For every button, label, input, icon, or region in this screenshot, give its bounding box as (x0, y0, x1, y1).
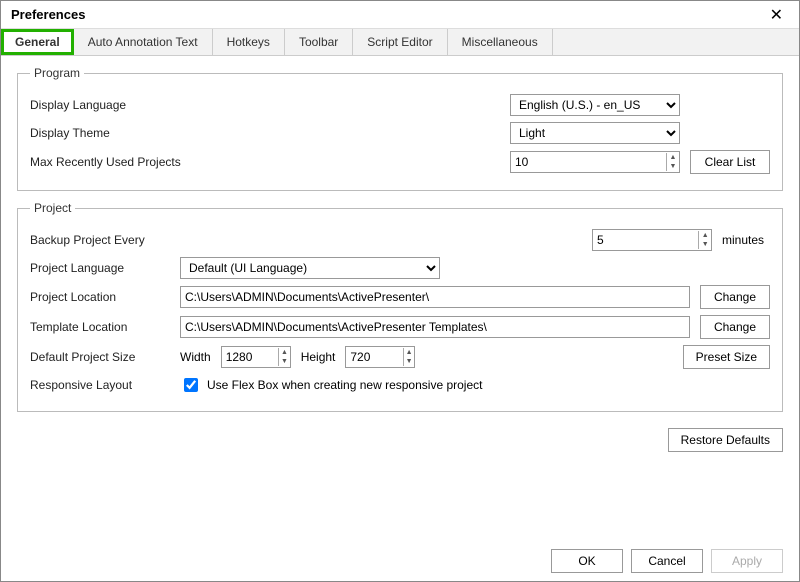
height-input[interactable] (346, 347, 403, 367)
project-group: Project Backup Project Every ▲▼ minutes … (17, 201, 783, 412)
backup-unit: minutes (722, 233, 770, 247)
content-area: Program Display Language English (U.S.) … (1, 56, 799, 452)
tab-miscellaneous[interactable]: Miscellaneous (448, 29, 553, 55)
template-location-label: Template Location (30, 320, 170, 334)
chevron-up-icon[interactable]: ▲ (667, 153, 679, 162)
project-location-input[interactable] (180, 286, 690, 308)
height-label: Height (301, 350, 336, 364)
backup-stepper[interactable]: ▲▼ (592, 229, 712, 251)
width-input[interactable] (222, 347, 279, 367)
ok-button[interactable]: OK (551, 549, 623, 573)
program-legend: Program (30, 66, 84, 80)
chevron-down-icon[interactable]: ▼ (404, 357, 415, 366)
backup-label: Backup Project Every (30, 233, 170, 247)
program-group: Program Display Language English (U.S.) … (17, 66, 783, 191)
close-icon[interactable]: ✕ (764, 3, 789, 27)
max-recent-label: Max Recently Used Projects (30, 155, 200, 169)
tab-bar: General Auto Annotation Text Hotkeys Too… (1, 29, 799, 56)
project-legend: Project (30, 201, 75, 215)
tab-hotkeys[interactable]: Hotkeys (213, 29, 285, 55)
project-language-label: Project Language (30, 261, 170, 275)
dialog-footer: OK Cancel Apply (551, 549, 783, 573)
backup-input[interactable] (593, 230, 698, 250)
width-stepper[interactable]: ▲▼ (221, 346, 291, 368)
display-language-label: Display Language (30, 98, 200, 112)
display-theme-select[interactable]: Light (510, 122, 680, 144)
preset-size-button[interactable]: Preset Size (683, 345, 770, 369)
template-location-input[interactable] (180, 316, 690, 338)
chevron-up-icon[interactable]: ▲ (699, 231, 711, 240)
preferences-window: Preferences ✕ General Auto Annotation Te… (0, 0, 800, 582)
restore-defaults-button[interactable]: Restore Defaults (668, 428, 783, 452)
project-location-change-button[interactable]: Change (700, 285, 770, 309)
window-title: Preferences (11, 7, 85, 22)
project-language-select[interactable]: Default (UI Language) (180, 257, 440, 279)
titlebar: Preferences ✕ (1, 1, 799, 29)
display-language-select[interactable]: English (U.S.) - en_US (510, 94, 680, 116)
apply-button[interactable]: Apply (711, 549, 783, 573)
tab-auto-annotation[interactable]: Auto Annotation Text (74, 29, 213, 55)
max-recent-input[interactable] (511, 152, 666, 172)
chevron-up-icon[interactable]: ▲ (279, 348, 290, 357)
project-location-label: Project Location (30, 290, 170, 304)
default-size-label: Default Project Size (30, 350, 170, 364)
chevron-down-icon[interactable]: ▼ (279, 357, 290, 366)
tab-script-editor[interactable]: Script Editor (353, 29, 447, 55)
clear-list-button[interactable]: Clear List (690, 150, 770, 174)
display-theme-label: Display Theme (30, 126, 200, 140)
tab-general[interactable]: General (1, 29, 74, 55)
width-label: Width (180, 350, 211, 364)
responsive-checkbox[interactable] (184, 378, 198, 392)
chevron-down-icon[interactable]: ▼ (667, 162, 679, 171)
chevron-down-icon[interactable]: ▼ (699, 240, 711, 249)
chevron-up-icon[interactable]: ▲ (404, 348, 415, 357)
responsive-layout-label: Responsive Layout (30, 378, 170, 392)
tab-toolbar[interactable]: Toolbar (285, 29, 353, 55)
cancel-button[interactable]: Cancel (631, 549, 703, 573)
responsive-checkbox-text: Use Flex Box when creating new responsiv… (207, 378, 482, 392)
max-recent-stepper[interactable]: ▲▼ (510, 151, 680, 173)
responsive-checkbox-label[interactable]: Use Flex Box when creating new responsiv… (180, 375, 482, 395)
template-location-change-button[interactable]: Change (700, 315, 770, 339)
height-stepper[interactable]: ▲▼ (345, 346, 415, 368)
